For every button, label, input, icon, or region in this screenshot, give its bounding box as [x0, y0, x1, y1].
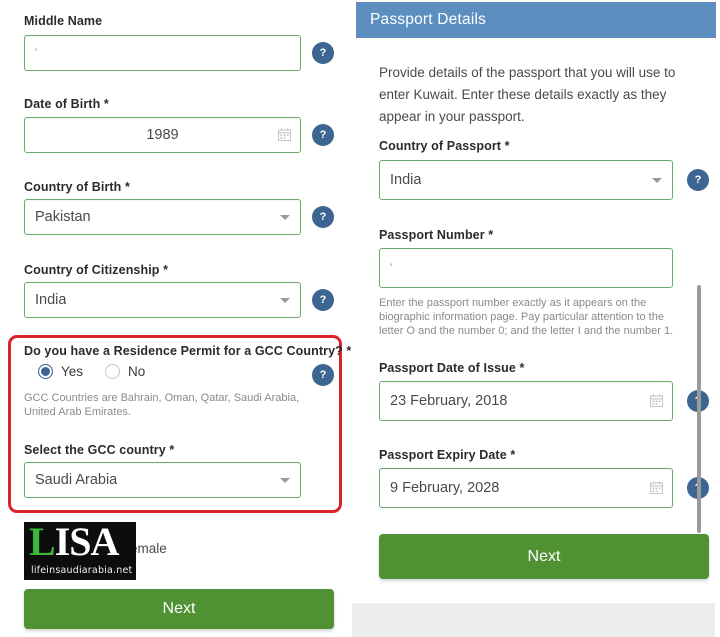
- date-of-birth-value: 1989: [146, 127, 179, 143]
- chevron-down-icon[interactable]: [280, 215, 290, 220]
- country-of-citizenship-select[interactable]: India: [24, 282, 301, 318]
- country-of-birth-select[interactable]: Pakistan: [24, 199, 301, 235]
- chevron-down-icon[interactable]: [280, 478, 290, 483]
- country-of-citizenship-value: India: [35, 292, 67, 308]
- gcc-country-select[interactable]: Saudi Arabia: [24, 462, 301, 498]
- country-of-citizenship-row: India ?: [24, 282, 334, 318]
- country-of-citizenship-help-icon[interactable]: ?: [312, 289, 334, 311]
- left-next-button[interactable]: Next: [24, 589, 334, 629]
- middle-name-value: ': [35, 47, 38, 59]
- country-of-passport-value: India: [390, 172, 422, 188]
- passport-number-input[interactable]: ': [379, 248, 673, 288]
- lisa-letters-isa: ISA: [54, 522, 120, 564]
- right-panel-footer-strip: [352, 603, 715, 637]
- middle-name-row: ' ?: [24, 35, 334, 71]
- country-of-passport-label: Country of Passport *: [379, 139, 510, 153]
- chevron-down-icon[interactable]: [280, 298, 290, 303]
- calendar-icon[interactable]: [649, 481, 664, 495]
- middle-name-label: Middle Name: [24, 14, 103, 28]
- country-of-birth-row: Pakistan ?: [24, 199, 334, 235]
- country-of-citizenship-label: Country of Citizenship *: [24, 263, 169, 277]
- passport-issue-date-row: 23 February, 2018 ?: [379, 381, 709, 421]
- gcc-country-row: Saudi Arabia: [24, 462, 324, 498]
- chevron-down-icon[interactable]: [652, 178, 662, 183]
- country-of-birth-value: Pakistan: [35, 209, 91, 225]
- lisa-watermark-logo: LISA lifeinsaudiarabia.net: [24, 522, 136, 580]
- passport-next-button[interactable]: Next: [379, 534, 709, 579]
- date-of-birth-label: Date of Birth *: [24, 97, 109, 111]
- middle-name-help-icon[interactable]: ?: [312, 42, 334, 64]
- passport-details-header: Passport Details: [356, 2, 716, 38]
- passport-expiry-date-value: 9 February, 2028: [390, 480, 500, 496]
- passport-issue-date-input[interactable]: 23 February, 2018: [379, 381, 673, 421]
- lisa-brand-text: LISA: [29, 522, 120, 564]
- country-of-passport-row: India ?: [379, 160, 709, 200]
- passport-expiry-date-input[interactable]: 9 February, 2028: [379, 468, 673, 508]
- gcc-radio-yes[interactable]: [38, 364, 53, 379]
- passport-issue-date-label: Passport Date of Issue *: [379, 361, 525, 375]
- gcc-country-label: Select the GCC country *: [24, 443, 175, 457]
- passport-number-hint: Enter the passport number exactly as it …: [379, 297, 674, 337]
- passport-number-label: Passport Number *: [379, 228, 494, 242]
- gcc-radio-yes-label: Yes: [61, 364, 84, 379]
- country-of-birth-label: Country of Birth *: [24, 180, 130, 194]
- gcc-hint-text: GCC Countries are Bahrain, Oman, Qatar, …: [24, 392, 300, 418]
- lisa-website-url: lifeinsaudiarabia.net: [31, 565, 133, 576]
- country-of-passport-select[interactable]: India: [379, 160, 673, 200]
- passport-header-title: Passport Details: [370, 11, 487, 28]
- gcc-help-icon[interactable]: ?: [312, 364, 334, 386]
- lisa-letter-l: L: [29, 522, 56, 564]
- passport-expiry-date-label: Passport Expiry Date *: [379, 448, 516, 462]
- passport-number-value: ': [390, 262, 393, 274]
- passport-expiry-date-row: 9 February, 2028 ?: [379, 468, 709, 508]
- middle-name-input[interactable]: ': [24, 35, 301, 71]
- passport-number-row: ': [379, 248, 673, 288]
- passport-intro-text: Provide details of the passport that you…: [379, 65, 676, 124]
- personal-details-panel: Middle Name ' ? Date of Birth * 1989 ? C…: [0, 0, 352, 637]
- country-of-birth-help-icon[interactable]: ?: [312, 206, 334, 228]
- passport-details-panel: Passport Details Provide details of the …: [352, 0, 720, 637]
- date-of-birth-help-icon[interactable]: ?: [312, 124, 334, 146]
- gcc-radio-no-label: No: [128, 364, 146, 379]
- gcc-question-label: Do you have a Residence Permit for a GCC…: [24, 344, 352, 358]
- date-of-birth-row: 1989 ?: [24, 117, 334, 153]
- gcc-radio-no[interactable]: [105, 364, 121, 379]
- gcc-radio-group: Yes No: [38, 364, 167, 379]
- gcc-country-value: Saudi Arabia: [35, 472, 118, 488]
- vertical-scrollbar-thumb[interactable]: [697, 285, 701, 533]
- calendar-icon[interactable]: [649, 394, 664, 408]
- date-of-birth-input[interactable]: 1989: [24, 117, 301, 153]
- calendar-icon[interactable]: [277, 128, 292, 142]
- passport-issue-date-value: 23 February, 2018: [390, 393, 508, 409]
